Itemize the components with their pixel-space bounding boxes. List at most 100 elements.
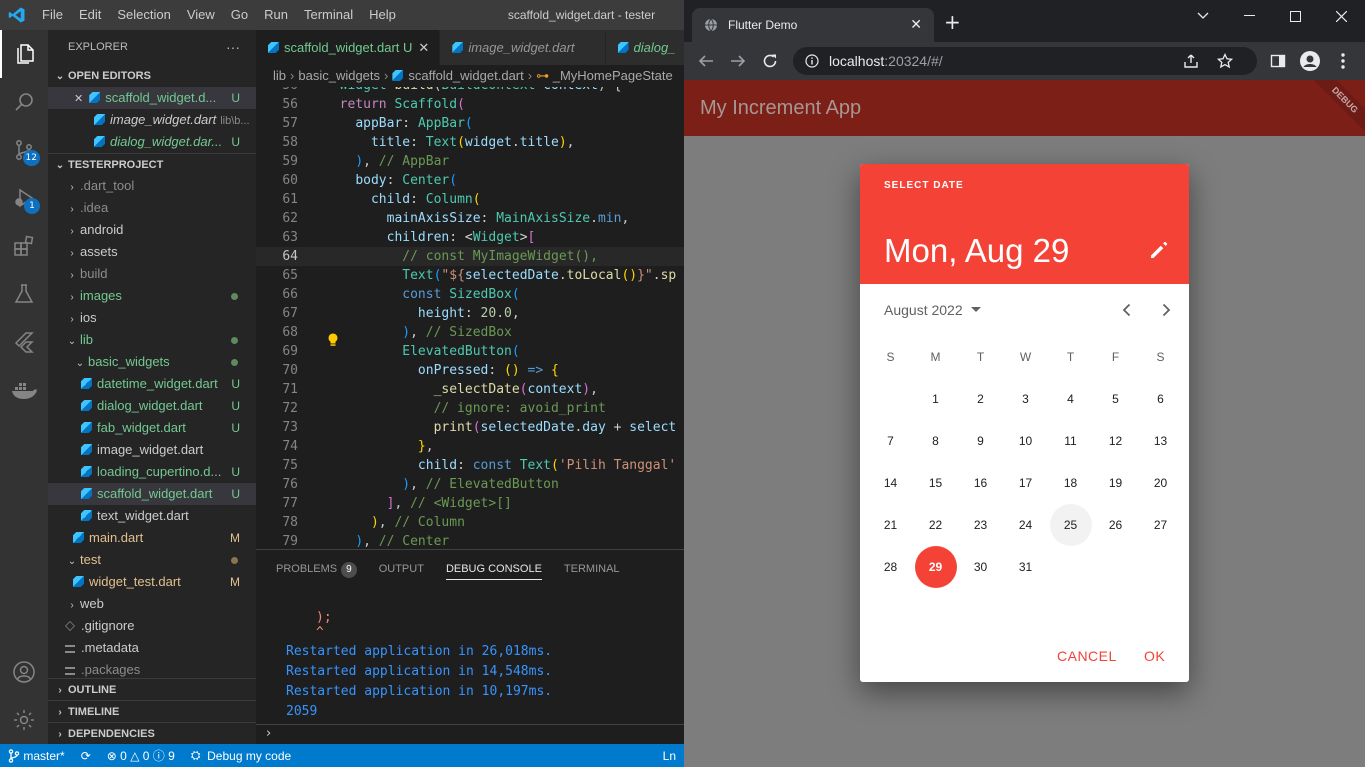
calendar-day[interactable]: 19 bbox=[1095, 462, 1137, 504]
menu-file[interactable]: File bbox=[34, 0, 71, 30]
address-bar[interactable]: localhost:20324/#/ bbox=[793, 47, 1257, 75]
calendar-day[interactable]: 1 bbox=[915, 378, 957, 420]
profile-avatar-icon[interactable] bbox=[1300, 51, 1320, 71]
tab-scaffold-widget[interactable]: scaffold_widget.dart U ✕ bbox=[256, 30, 441, 65]
tab-terminal[interactable]: TERMINAL bbox=[564, 559, 620, 579]
tree-folder[interactable]: › images bbox=[48, 285, 256, 307]
menu-go[interactable]: Go bbox=[223, 0, 256, 30]
tree-file[interactable]: loading_cupertino.d... U bbox=[48, 461, 256, 483]
calendar-day[interactable]: 30 bbox=[960, 546, 1002, 588]
kebab-menu-icon[interactable] bbox=[1333, 51, 1353, 71]
breadcrumb-item[interactable]: lib bbox=[273, 68, 286, 83]
calendar-day[interactable]: 10 bbox=[1005, 420, 1047, 462]
open-editors-header[interactable]: ⌄ OPEN EDITORS bbox=[48, 65, 256, 87]
tree-file[interactable]: main.dart M bbox=[48, 527, 256, 549]
maximize-icon[interactable] bbox=[1272, 4, 1318, 28]
breadcrumb-item[interactable]: scaffold_widget.dart bbox=[408, 68, 523, 83]
debug-config[interactable]: ⛭ Debug my code bbox=[183, 748, 299, 763]
tab-debug-console[interactable]: DEBUG CONSOLE bbox=[445, 559, 542, 580]
docker-icon[interactable] bbox=[0, 366, 48, 414]
cancel-button[interactable]: CANCEL bbox=[1057, 648, 1117, 664]
breadcrumb-item[interactable]: basic_widgets bbox=[298, 68, 380, 83]
calendar-day[interactable]: 21 bbox=[870, 504, 912, 546]
new-tab-button[interactable]: + bbox=[944, 12, 961, 32]
open-editor-item[interactable]: dialog_widget.dar... U bbox=[48, 131, 256, 153]
project-header[interactable]: ⌄ TESTERPROJECT bbox=[48, 153, 256, 175]
close-window-icon[interactable] bbox=[1318, 4, 1364, 28]
calendar-day[interactable]: 25 bbox=[1049, 504, 1092, 546]
testing-icon[interactable] bbox=[0, 270, 48, 318]
timeline-header[interactable]: › TIMELINE bbox=[48, 700, 256, 722]
tree-folder[interactable]: › android bbox=[48, 219, 256, 241]
calendar-day[interactable]: 6 bbox=[1140, 378, 1182, 420]
calendar-day[interactable]: 16 bbox=[960, 462, 1002, 504]
sync-icon[interactable]: ⟳ bbox=[73, 749, 99, 763]
calendar-day[interactable]: 3 bbox=[1005, 378, 1047, 420]
problems-status[interactable]: ⊗ 0 △ 0 ⓘ 9 bbox=[99, 747, 183, 764]
git-branch[interactable]: master* bbox=[0, 749, 73, 763]
tree-folder[interactable]: › .idea bbox=[48, 197, 256, 219]
calendar-day[interactable]: 7 bbox=[870, 420, 912, 462]
back-icon[interactable] bbox=[696, 51, 716, 71]
calendar-day[interactable]: 18 bbox=[1050, 462, 1092, 504]
tree-folder[interactable]: ⌄ basic_widgets bbox=[48, 351, 256, 373]
calendar-day[interactable]: 22 bbox=[915, 504, 957, 546]
calendar-day[interactable]: 11 bbox=[1050, 420, 1092, 462]
dependencies-header[interactable]: › DEPENDENCIES bbox=[48, 722, 256, 744]
tab-image-widget[interactable]: image_widget.dart bbox=[440, 30, 606, 65]
menu-help[interactable]: Help bbox=[361, 0, 404, 30]
tree-folder[interactable]: › .dart_tool bbox=[48, 175, 256, 197]
menu-selection[interactable]: Selection bbox=[109, 0, 178, 30]
open-editor-item[interactable]: ✕ scaffold_widget.d... U bbox=[48, 87, 256, 109]
extensions-icon[interactable] bbox=[0, 222, 48, 270]
next-month-button[interactable] bbox=[1157, 301, 1175, 319]
tree-folder[interactable]: ⌄ lib bbox=[48, 329, 256, 351]
calendar-day-selected[interactable]: 29 bbox=[914, 546, 957, 588]
source-control-icon[interactable]: 12 bbox=[0, 126, 48, 174]
calendar-day[interactable]: 31 bbox=[1005, 546, 1047, 588]
calendar-day[interactable]: 13 bbox=[1140, 420, 1182, 462]
side-panel-icon[interactable] bbox=[1268, 51, 1288, 71]
calendar-day[interactable]: 26 bbox=[1095, 504, 1137, 546]
calendar-day[interactable]: 5 bbox=[1095, 378, 1137, 420]
search-icon[interactable] bbox=[0, 78, 48, 126]
calendar-day[interactable]: 15 bbox=[915, 462, 957, 504]
tree-file[interactable]: image_widget.dart bbox=[48, 439, 256, 461]
menu-view[interactable]: View bbox=[179, 0, 223, 30]
tab-problems[interactable]: PROBLEMS 9 bbox=[276, 559, 357, 579]
menu-run[interactable]: Run bbox=[256, 0, 296, 30]
tree-file[interactable]: text_widget.dart bbox=[48, 505, 256, 527]
close-editor-icon[interactable]: ✕ bbox=[74, 93, 83, 105]
tab-search-icon[interactable] bbox=[1180, 4, 1226, 28]
calendar-day[interactable]: 27 bbox=[1140, 504, 1182, 546]
more-actions-icon[interactable]: ··· bbox=[226, 30, 240, 65]
breadcrumb-item[interactable]: _MyHomePageState bbox=[553, 68, 673, 83]
tree-folder[interactable]: › ios bbox=[48, 307, 256, 329]
tree-file[interactable]: scaffold_widget.dart U bbox=[48, 483, 256, 505]
menu-edit[interactable]: Edit bbox=[71, 0, 109, 30]
tree-file[interactable]: dialog_widget.dart U bbox=[48, 395, 256, 417]
tree-file[interactable]: datetime_widget.dart U bbox=[48, 373, 256, 395]
outline-header[interactable]: › OUTLINE bbox=[48, 678, 256, 700]
tree-file[interactable]: widget_test.dart M bbox=[48, 571, 256, 593]
bookmark-star-icon[interactable] bbox=[1216, 52, 1234, 72]
forward-icon[interactable] bbox=[728, 51, 748, 71]
previous-month-button[interactable] bbox=[1118, 301, 1136, 319]
calendar-day[interactable]: 8 bbox=[915, 420, 957, 462]
calendar-day[interactable]: 2 bbox=[960, 378, 1002, 420]
account-icon[interactable] bbox=[0, 648, 48, 696]
console-input[interactable]: › bbox=[256, 724, 684, 744]
tab-output[interactable]: OUTPUT bbox=[379, 559, 424, 579]
calendar-day[interactable]: 4 bbox=[1050, 378, 1092, 420]
calendar-day[interactable]: 12 bbox=[1095, 420, 1137, 462]
tree-folder[interactable]: › assets bbox=[48, 241, 256, 263]
month-year-selector[interactable]: August 2022 bbox=[884, 302, 981, 318]
menu-terminal[interactable]: Terminal bbox=[296, 0, 361, 30]
tree-file[interactable]: .gitignore bbox=[48, 615, 256, 637]
edit-pencil-icon[interactable] bbox=[1149, 240, 1169, 263]
settings-gear-icon[interactable] bbox=[0, 696, 48, 744]
tree-file[interactable]: fab_widget.dart U bbox=[48, 417, 256, 439]
calendar-day[interactable]: 28 bbox=[870, 546, 912, 588]
cursor-position[interactable]: Ln bbox=[655, 749, 684, 763]
ok-button[interactable]: OK bbox=[1144, 648, 1165, 664]
